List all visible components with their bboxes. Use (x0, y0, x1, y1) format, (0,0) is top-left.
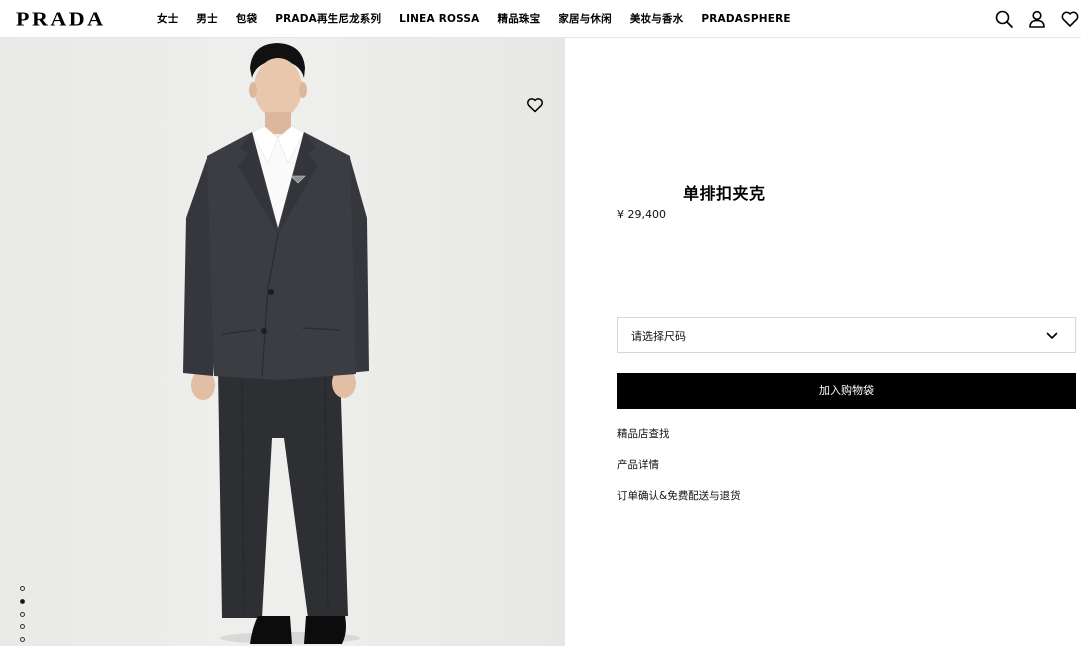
store-locator-link[interactable]: 精品店查找 (617, 426, 670, 441)
nav-item-beauty-fragrance[interactable]: 美妆与香水 (630, 12, 684, 26)
chevron-down-icon (1045, 329, 1059, 343)
gallery-dot[interactable] (20, 624, 25, 630)
gallery-dot[interactable] (20, 637, 25, 643)
nav-item-men[interactable]: 男士 (196, 12, 217, 26)
product-details-link[interactable]: 产品详情 (617, 457, 659, 472)
search-icon[interactable] (994, 9, 1014, 29)
product-title: 单排扣夹克 (683, 184, 766, 203)
gallery-dot-active[interactable] (20, 598, 25, 604)
nav-item-pradasphere[interactable]: PRADASPHERE (701, 12, 790, 26)
product-photo (0, 38, 565, 646)
account-icon[interactable] (1027, 9, 1047, 29)
add-to-bag-button[interactable]: 加入购物袋 (617, 373, 1076, 409)
gallery-pagination (20, 586, 26, 646)
shipping-returns-link[interactable]: 订单确认&免费配送与退货 (617, 488, 741, 503)
wishlist-icon[interactable] (1060, 9, 1080, 29)
favorite-heart-icon[interactable] (526, 96, 544, 114)
nav-item-fine-jewelry[interactable]: 精品珠宝 (498, 12, 541, 26)
product-price: ¥ 29,400 (617, 208, 666, 221)
product-gallery[interactable] (0, 38, 565, 646)
main-nav: 女士 男士 包袋 PRADA再生尼龙系列 LINEA ROSSA 精品珠宝 家居… (157, 12, 809, 26)
size-select-placeholder: 请选择尺码 (631, 330, 686, 343)
prada-logo[interactable]: PRADA (16, 8, 106, 29)
size-select[interactable]: 请选择尺码 (617, 317, 1076, 353)
site-header: PRADA 女士 男士 包袋 PRADA再生尼龙系列 LINEA ROSSA 精… (0, 0, 1081, 38)
gallery-dot[interactable] (20, 611, 25, 617)
gallery-dot[interactable] (20, 586, 25, 591)
nav-item-re-nylon[interactable]: PRADA再生尼龙系列 (275, 12, 381, 26)
nav-item-linea-rossa[interactable]: LINEA ROSSA (399, 12, 479, 26)
nav-item-bags[interactable]: 包袋 (236, 12, 257, 26)
nav-item-women[interactable]: 女士 (157, 12, 178, 26)
nav-item-home-lifestyle[interactable]: 家居与休闲 (558, 12, 612, 26)
